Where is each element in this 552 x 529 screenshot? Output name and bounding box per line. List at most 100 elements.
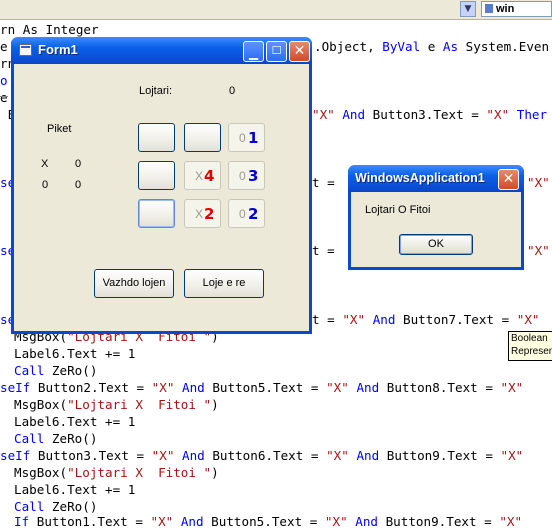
code-text: Button2.Text = xyxy=(30,380,152,395)
app-window-icon[interactable] xyxy=(19,44,32,56)
board-cell-3[interactable]: 01 xyxy=(228,123,265,152)
board-cell-1[interactable] xyxy=(138,123,175,152)
board-cell-5[interactable]: X4 xyxy=(184,161,221,190)
code-line[interactable]: rn As Integer xyxy=(0,23,99,37)
cell-mark: 2 xyxy=(248,205,259,223)
code-string: "X" xyxy=(499,514,523,529)
code-text: MsgBox( xyxy=(14,397,68,412)
cell-mark: 3 xyxy=(248,167,259,185)
code-line[interactable]: MsgBox("Lojtari X Fitoi ") xyxy=(14,398,219,412)
code-text: Button9.Text = xyxy=(379,448,501,463)
code-keyword: And xyxy=(182,448,205,463)
code-keyword: And xyxy=(182,380,205,395)
code-line[interactable]: o xyxy=(0,74,8,88)
cell-faint-text: 0 xyxy=(239,207,246,221)
msgbox-titlebar[interactable]: WindowsApplication1 ✕ xyxy=(348,165,524,192)
code-string: "Lojtari X Fitoi " xyxy=(67,465,212,480)
code-text: t = xyxy=(312,243,343,258)
code-text: Button3.Text = xyxy=(365,107,487,122)
method-icon xyxy=(485,4,493,13)
form1-title: Form1 xyxy=(38,42,78,57)
msgbox-close-button[interactable]: ✕ xyxy=(498,169,519,190)
code-keyword: And xyxy=(372,312,396,327)
code-text: e xyxy=(0,39,8,54)
board-cell-6[interactable]: 03 xyxy=(228,161,265,190)
new-game-button[interactable]: Loje e re xyxy=(184,269,264,298)
code-text: t = xyxy=(312,175,343,190)
code-keyword: If xyxy=(14,514,30,529)
code-text: Button5.Text = xyxy=(203,514,325,529)
code-line[interactable]: If Button1.Text = "X" And Button5.Text =… xyxy=(14,515,522,529)
score-o-label: 0 xyxy=(42,179,49,191)
code-text: ZeRo() xyxy=(44,499,98,514)
chevron-down-icon[interactable]: ▼ xyxy=(460,1,476,17)
code-keyword: And xyxy=(356,448,380,463)
code-string: "X" xyxy=(150,514,174,529)
code-text: .Object, xyxy=(314,39,383,54)
code-string: "X" xyxy=(312,107,335,122)
maximize-button[interactable]: ☐ xyxy=(266,41,287,62)
code-line[interactable]: "X" And Button3.Text = "X" Ther xyxy=(312,108,547,122)
cell-faint-text: 0 xyxy=(239,131,246,145)
code-line[interactable]: seIf Button3.Text = "X" And Button6.Text… xyxy=(0,449,523,463)
code-string: "X" xyxy=(342,312,366,327)
code-line[interactable]: "X" xyxy=(527,176,550,190)
cell-faint-text: X xyxy=(195,169,204,183)
code-keyword: And xyxy=(356,380,380,395)
cell-mark: 1 xyxy=(248,129,259,147)
code-text: System.Even xyxy=(458,39,550,54)
code-line[interactable]: seIf Button2.Text = "X" And Button5.Text… xyxy=(0,381,523,395)
code-text: ZeRo() xyxy=(44,431,98,446)
code-text: ) xyxy=(211,397,219,412)
code-line[interactable]: e xyxy=(0,40,8,54)
intellisense-tooltip: Boolean Represen xyxy=(508,331,552,361)
outline-line xyxy=(0,96,8,97)
continue-game-button[interactable]: Vazhdo lojen xyxy=(94,269,174,298)
board-cell-9[interactable]: 02 xyxy=(228,199,265,228)
code-line[interactable]: Label6.Text += 1 xyxy=(14,415,135,429)
code-line[interactable]: Call ZeRo() xyxy=(14,364,97,378)
code-text: Label6.Text += 1 xyxy=(14,346,136,361)
code-line[interactable]: Label6.Text += 1 xyxy=(14,347,135,361)
code-line[interactable]: Call ZeRo() xyxy=(14,500,97,514)
code-string: "X" xyxy=(516,312,540,327)
member-combo[interactable]: win xyxy=(481,1,552,17)
code-text: Button9.Text = xyxy=(378,514,500,529)
code-text: Button5.Text = xyxy=(204,380,327,395)
code-string: "X" xyxy=(151,448,175,463)
minimize-button[interactable]: ▁ xyxy=(243,41,264,62)
ok-button[interactable]: OK xyxy=(399,234,473,255)
close-button[interactable]: ✕ xyxy=(289,41,310,62)
code-line[interactable]: MsgBox("Lojtari X Fitoi ") xyxy=(14,466,219,480)
member-combo-value: win xyxy=(496,3,515,15)
code-line[interactable]: Label6.Text += 1 xyxy=(14,483,135,497)
code-text: Button6.Text = xyxy=(204,448,327,463)
code-line[interactable]: .Object, ByVal e As System.Even xyxy=(314,40,549,54)
code-keyword: seIf xyxy=(0,448,31,463)
code-text: ZeRo() xyxy=(44,363,98,378)
code-line[interactable]: "X" xyxy=(527,244,550,258)
lojtari-label: Lojtari: xyxy=(139,85,173,97)
board-cell-7[interactable] xyxy=(138,199,175,228)
code-text: Button1.Text = xyxy=(29,514,151,529)
board-cell-8[interactable]: X2 xyxy=(184,199,221,228)
form1-window: Form1 ▁ ☐ ✕ Lojtari: 0 Piket X 0 0 0 01X… xyxy=(11,37,312,334)
code-line[interactable]: t = "X" And Button7.Text = "X" xyxy=(312,313,540,327)
cell-mark: 2 xyxy=(204,205,215,223)
board-cell-4[interactable] xyxy=(138,161,175,190)
code-line[interactable]: t = xyxy=(312,176,342,190)
tooltip-line-2: Represen xyxy=(511,346,552,357)
code-keyword: Call xyxy=(14,363,45,378)
code-line[interactable]: Call ZeRo() xyxy=(14,432,97,446)
code-text: Button3.Text = xyxy=(30,448,152,463)
score-x-value: 0 xyxy=(75,158,82,170)
code-line[interactable]: t = xyxy=(312,244,342,258)
code-text: ) xyxy=(211,465,219,480)
msgbox-message: Lojtari O Fitoi xyxy=(365,204,431,216)
board-cell-2[interactable] xyxy=(184,123,221,152)
form1-titlebar[interactable]: Form1 ▁ ☐ ✕ xyxy=(11,37,312,64)
code-line[interactable]: e xyxy=(0,91,8,105)
